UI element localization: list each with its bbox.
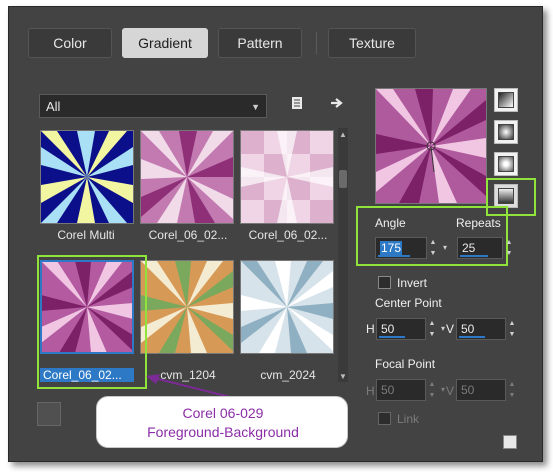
repeats-spinner[interactable]: ▲ ▼ xyxy=(503,237,515,259)
angle-dropdown-icon[interactable]: ▾ xyxy=(440,237,450,259)
gradient-label: Corel_06_02... xyxy=(148,228,228,242)
invert-checkbox[interactable] xyxy=(378,276,391,289)
linear-style-button[interactable] xyxy=(494,88,518,112)
angle-slider-bar xyxy=(378,255,410,257)
gradient-thumbnail[interactable] xyxy=(240,130,334,224)
center-v-field[interactable]: 50 xyxy=(456,318,506,340)
repeats-slider-bar xyxy=(460,255,488,257)
focal-v-field[interactable]: 50 xyxy=(456,379,506,401)
center-h-slider-bar xyxy=(379,336,405,338)
category-dropdown[interactable]: All ▼ xyxy=(39,94,267,118)
center-point-label: Center Point xyxy=(375,296,442,310)
focal-h-value: 50 xyxy=(381,383,395,397)
gradient-thumbnail[interactable] xyxy=(140,260,234,354)
gradient-thumbnail[interactable] xyxy=(240,260,334,354)
gradient-label: Corel Multi xyxy=(57,228,115,242)
focal-point-label: Focal Point xyxy=(375,357,436,371)
focal-h-spinner[interactable]: ▲ ▼ xyxy=(426,379,438,401)
center-h-field[interactable]: 50 xyxy=(376,318,426,340)
category-value: All xyxy=(46,99,61,114)
scroll-down-icon[interactable]: ▼ xyxy=(338,372,348,381)
chevron-down-icon: ▼ xyxy=(251,102,260,112)
annotation-callout: Corel 06-029 Foreground-Background xyxy=(96,396,348,448)
focal-h-field[interactable]: 50 xyxy=(376,379,426,401)
gallery-scrollbar[interactable] xyxy=(338,128,348,382)
edit-gradient-button[interactable] xyxy=(37,402,61,426)
angle-value: 175 xyxy=(380,241,403,255)
center-v-spinner[interactable]: ▲ ▼ xyxy=(506,318,518,340)
angle-label: Angle xyxy=(375,216,406,230)
callout-line-1: Corel 06-029 xyxy=(182,405,264,421)
callout-line-2: Foreground-Background xyxy=(147,424,299,440)
center-v-value: 50 xyxy=(461,322,475,336)
focal-h-label: H xyxy=(366,384,375,398)
focal-v-value: 50 xyxy=(461,383,475,397)
center-v-slider-bar xyxy=(459,336,485,338)
link-label: Link xyxy=(397,412,420,426)
focal-v-spinner[interactable]: ▲ ▼ xyxy=(506,379,518,401)
angle-spinner[interactable]: ▲ ▼ xyxy=(427,237,439,259)
gradient-label: Corel_06_02... xyxy=(248,228,328,242)
invert-label: Invert xyxy=(397,276,428,290)
resize-grip-icon[interactable] xyxy=(503,435,517,449)
repeats-label: Repeats xyxy=(456,216,501,230)
link-checkbox[interactable] xyxy=(378,412,391,425)
tab-texture[interactable]: Texture xyxy=(328,28,416,58)
focal-v-label: V xyxy=(446,384,455,398)
library-icon[interactable] xyxy=(288,96,306,114)
center-h-label: H xyxy=(366,322,375,336)
tab-gradient[interactable]: Gradient xyxy=(122,28,208,58)
tab-color[interactable]: Color xyxy=(28,28,112,58)
scrollbar-thumb[interactable] xyxy=(339,170,347,188)
rectangular-style-button[interactable] xyxy=(494,120,518,144)
sunburst-style-button[interactable] xyxy=(494,152,518,176)
gradient-thumbnail[interactable] xyxy=(40,130,134,224)
arrow-right-icon[interactable] xyxy=(328,96,346,114)
angle-field[interactable]: 175 xyxy=(375,237,427,259)
center-h-spinner[interactable]: ▲ ▼ xyxy=(426,318,438,340)
gradient-preview xyxy=(375,88,487,204)
selection-highlight xyxy=(37,255,147,389)
tab-pattern[interactable]: Pattern xyxy=(218,28,302,58)
center-v-label: V xyxy=(446,322,455,336)
tab-separator xyxy=(316,32,317,54)
gradient-thumbnail[interactable] xyxy=(140,130,234,224)
repeats-field[interactable]: 25 xyxy=(457,237,503,259)
center-h-value: 50 xyxy=(381,322,395,336)
scroll-up-icon[interactable]: ▲ xyxy=(338,130,348,139)
repeats-value: 25 xyxy=(462,241,476,255)
